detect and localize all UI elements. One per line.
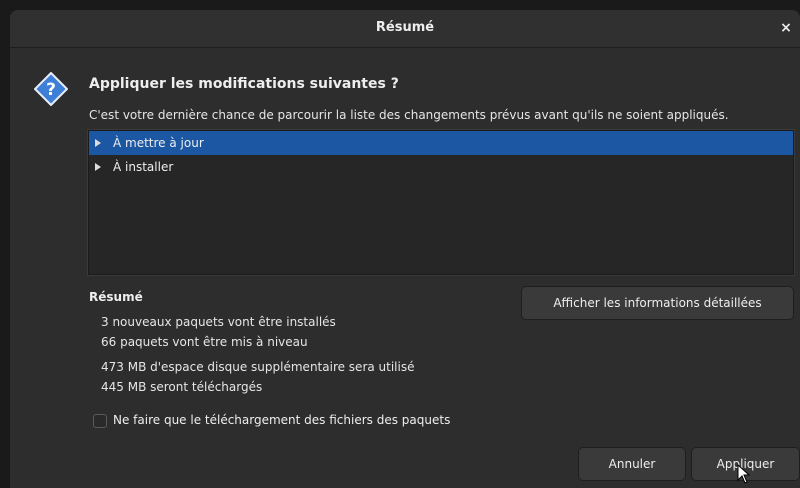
summary-line-download-size: 445 MB seront téléchargés [101,380,263,394]
svg-text:?: ? [46,80,56,100]
summary-dialog: Résumé × ? Appliquer les modifications s… [10,10,800,488]
tree-row-label: À installer [113,160,174,174]
show-details-button[interactable]: Afficher les informations détaillées [521,286,794,320]
tree-row-label: À mettre à jour [113,136,204,150]
summary-line-new-packages: 3 nouveaux paquets vont être installés [101,315,336,329]
summary-line-upgrades: 66 paquets vont être mis à niveau [101,335,308,349]
tree-row-to-upgrade[interactable]: À mettre à jour [89,131,793,155]
title-bar[interactable]: Résumé × [10,10,800,48]
changes-tree[interactable]: À mettre à jour À installer [87,129,795,276]
dialog-subtext: C'est votre dernière chance de parcourir… [89,108,729,122]
summary-line-disk-space: 473 MB d'espace disque supplémentaire se… [101,360,415,374]
cancel-button[interactable]: Annuler [578,447,686,481]
mouse-pointer-icon [737,463,751,488]
close-button[interactable]: × [776,18,796,38]
question-icon: ? [33,71,69,110]
window-title: Résumé [375,20,435,35]
expand-arrow-icon[interactable] [95,163,101,171]
dialog-heading: Appliquer les modifications suivantes ? [89,76,399,92]
tree-row-to-install[interactable]: À installer [89,155,793,179]
summary-heading: Résumé [89,290,143,304]
download-only-label[interactable]: Ne faire que le téléchargement des fichi… [113,413,450,427]
close-icon: × [780,20,792,36]
expand-arrow-icon[interactable] [95,139,101,147]
download-only-checkbox[interactable] [93,414,107,428]
